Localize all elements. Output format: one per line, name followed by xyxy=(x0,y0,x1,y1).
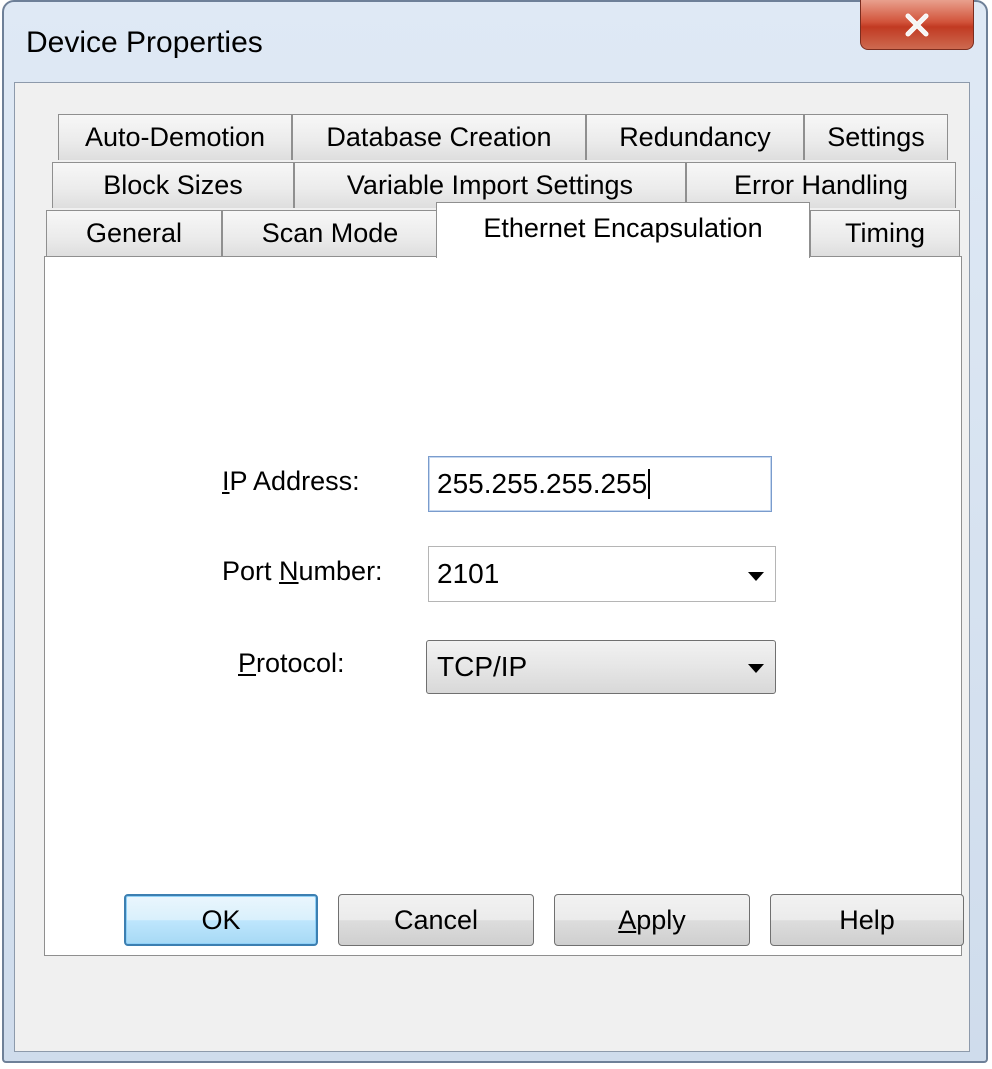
tab-scan-mode[interactable]: Scan Mode xyxy=(222,210,438,256)
dialog-title: Device Properties xyxy=(26,26,263,59)
chevron-down-icon[interactable] xyxy=(748,572,764,581)
protocol-select[interactable]: TCP/IP xyxy=(426,640,776,694)
tab-auto-demotion[interactable]: Auto-Demotion xyxy=(58,114,292,160)
tab-timing[interactable]: Timing xyxy=(810,210,960,256)
chevron-down-icon xyxy=(748,664,764,673)
tab-general[interactable]: General xyxy=(46,210,222,256)
tab-ethernet-encapsulation[interactable]: Ethernet Encapsulation xyxy=(436,202,810,258)
ok-button[interactable]: OK xyxy=(124,894,318,946)
close-button[interactable] xyxy=(860,0,974,50)
tab-panel xyxy=(44,256,962,956)
cancel-button[interactable]: Cancel xyxy=(338,894,534,946)
close-icon xyxy=(905,13,929,36)
ip-address-input[interactable]: 255.255.255.255 xyxy=(428,456,772,512)
tab-settings[interactable]: Settings xyxy=(804,114,948,160)
help-button[interactable]: Help xyxy=(770,894,964,946)
port-number-combobox[interactable]: 2101 xyxy=(428,546,776,602)
tab-redundancy[interactable]: Redundancy xyxy=(586,114,804,160)
protocol-label: Protocol: xyxy=(238,648,345,678)
apply-button[interactable]: Apply xyxy=(554,894,750,946)
tab-block-sizes[interactable]: Block Sizes xyxy=(52,162,294,208)
tab-database-creation[interactable]: Database Creation xyxy=(292,114,586,160)
ip-address-label: IP Address: xyxy=(222,466,360,496)
port-number-label: Port Number: xyxy=(222,556,383,586)
